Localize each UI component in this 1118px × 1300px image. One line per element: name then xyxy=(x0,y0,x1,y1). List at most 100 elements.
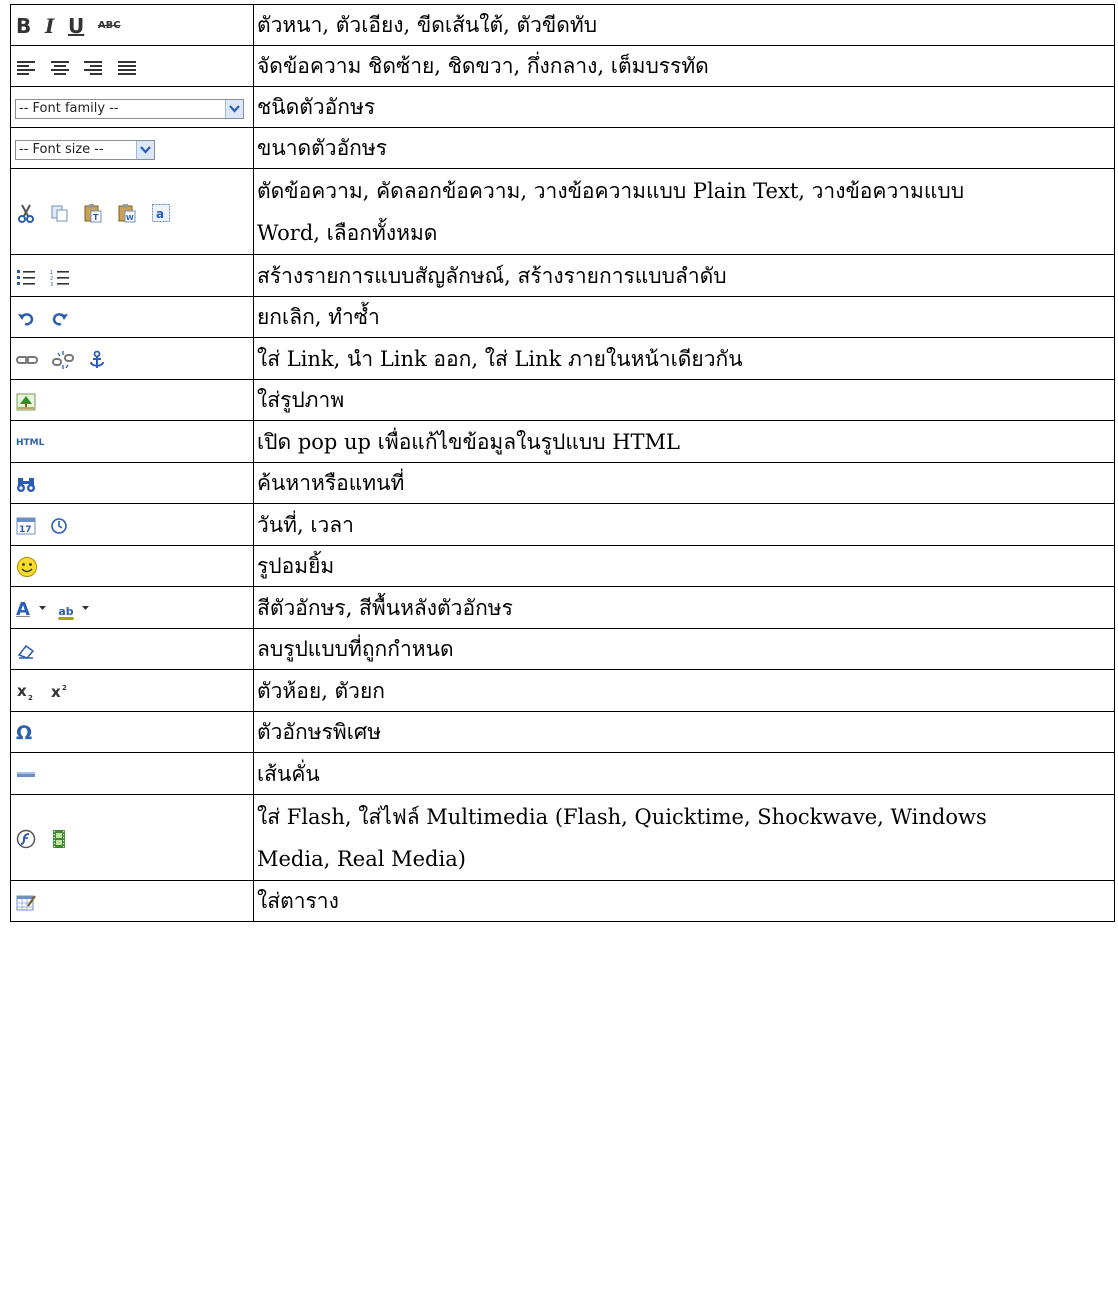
description-cell: ใส่ Flash, ใส่ไฟล์ Multimedia (Flash, Qu… xyxy=(253,794,1115,881)
table-row: 123 สร้างรายการแบบสัญลักษณ์, สร้างรายการ… xyxy=(10,254,1115,297)
description-cell: ใส่ตาราง xyxy=(253,880,1115,922)
link-icon xyxy=(16,351,38,369)
icon-cell xyxy=(10,545,254,587)
svg-text:17: 17 xyxy=(19,525,32,535)
description-cell: เส้นคั่น xyxy=(253,752,1115,795)
description-cell: ใส่ Link, นำ Link ออก, ใส่ Link ภายในหน้… xyxy=(253,337,1115,380)
horizontal-rule-icon xyxy=(16,770,36,780)
superscript-icon: x2 xyxy=(50,683,70,701)
icon-cell xyxy=(10,794,254,881)
paste-word-icon: W xyxy=(117,203,137,223)
table-row: Ω ตัวอักษรพิเศษ xyxy=(10,711,1115,753)
table-row: T W a ตัดข้อความ, คัดลอกข้อความ, วางข้อค… xyxy=(10,168,1115,255)
icon-cell: x2 x2 xyxy=(10,669,254,712)
description-cell: ชนิดตัวอักษร xyxy=(253,86,1115,128)
font-family-select[interactable]: -- Font family -- xyxy=(15,98,244,119)
description-cell: เปิด pop up เพื่อแก้ไขข้อมูลในรูปแบบ HTM… xyxy=(253,420,1115,463)
table-row: ยกเลิก, ทำซ้ำ xyxy=(10,296,1115,338)
omega-icon: Ω xyxy=(16,722,33,745)
table-row: ใส่ Flash, ใส่ไฟล์ Multimedia (Flash, Qu… xyxy=(10,794,1115,881)
chevron-down-icon xyxy=(82,606,90,611)
icon-cell: Ω xyxy=(10,711,254,753)
icon-cell: -- Font size -- xyxy=(10,127,254,169)
description-cell: วันที่, เวลา xyxy=(253,503,1115,546)
flash-icon xyxy=(16,829,36,849)
icon-cell xyxy=(10,752,254,795)
cut-icon xyxy=(16,203,36,223)
table-row: ลบรูปแบบที่ถูกกำหนด xyxy=(10,628,1115,670)
align-left-icon xyxy=(16,60,36,76)
redo-icon xyxy=(50,310,70,328)
description-cell: ตัวหนา, ตัวเอียง, ขีดเส้นใต้, ตัวขีดทับ xyxy=(253,4,1115,46)
icon-cell: 17 xyxy=(10,503,254,546)
table-row: เส้นคั่น xyxy=(10,752,1115,795)
svg-text:2: 2 xyxy=(62,684,67,692)
chevron-down-icon[interactable] xyxy=(225,99,243,118)
eraser-icon xyxy=(16,642,36,660)
select-all-icon: a xyxy=(151,203,171,223)
description-cell: ตัวอักษรพิเศษ xyxy=(253,711,1115,753)
underline-icon: U xyxy=(67,13,85,38)
font-size-select-label: -- Font size -- xyxy=(19,142,104,157)
table-row: -- Font family -- ชนิดตัวอักษร xyxy=(10,86,1115,128)
binoculars-icon xyxy=(16,476,36,494)
table-row: B I U ABC ตัวหนา, ตัวเอียง, ขีดเส้นใต้, … xyxy=(10,4,1115,46)
svg-text:x: x xyxy=(51,683,61,701)
icon-cell xyxy=(10,337,254,380)
icon-cell: HTML xyxy=(10,420,254,463)
toolbar-legend-table: B I U ABC ตัวหนา, ตัวเอียง, ขีดเส้นใต้, … xyxy=(10,4,1115,922)
icon-cell: T W a xyxy=(10,168,254,255)
icon-cell xyxy=(10,628,254,670)
description-cell: ตัดข้อความ, คัดลอกข้อความ, วางข้อความแบบ… xyxy=(253,168,1115,255)
media-icon xyxy=(50,829,68,849)
table-row: x2 x2 ตัวห้อย, ตัวยก xyxy=(10,669,1115,712)
table-row: ใส่รูปภาพ xyxy=(10,379,1115,421)
icon-cell xyxy=(10,462,254,504)
svg-text:x: x xyxy=(17,683,27,700)
font-color-icon: A xyxy=(16,599,30,621)
icon-cell: B I U ABC xyxy=(10,4,254,46)
description-cell: ตัวห้อย, ตัวยก xyxy=(253,669,1115,712)
svg-text:3: 3 xyxy=(50,282,53,286)
strikethrough-icon: ABC xyxy=(97,20,121,32)
calendar-icon: 17 xyxy=(16,517,36,535)
bold-icon: B xyxy=(16,13,32,38)
description-cell: ลบรูปแบบที่ถูกกำหนด xyxy=(253,628,1115,670)
icon-cell: 123 xyxy=(10,254,254,297)
table-row: จัดข้อความ ชิดซ้าย, ชิดขวา, กึ่งกลาง, เต… xyxy=(10,45,1115,87)
table-row: HTML เปิด pop up เพื่อแก้ไขข้อมูลในรูปแบ… xyxy=(10,420,1115,463)
table-row: ใส่ Link, นำ Link ออก, ใส่ Link ภายในหน้… xyxy=(10,337,1115,380)
table-row: 17 วันที่, เวลา xyxy=(10,503,1115,546)
description-cell: ค้นหาหรือแทนที่ xyxy=(253,462,1115,504)
italic-icon: I xyxy=(44,13,55,38)
svg-text:a: a xyxy=(156,207,164,221)
copy-icon xyxy=(50,203,70,223)
subscript-icon: x2 xyxy=(16,683,36,701)
undo-icon xyxy=(16,310,36,328)
description-cell: จัดข้อความ ชิดซ้าย, ชิดขวา, กึ่งกลาง, เต… xyxy=(253,45,1115,87)
description-cell: ยกเลิก, ทำซ้ำ xyxy=(253,296,1115,338)
table-row: -- Font size -- ขนาดตัวอักษร xyxy=(10,127,1115,169)
svg-text:2: 2 xyxy=(28,694,33,701)
svg-text:T: T xyxy=(93,213,99,222)
chevron-down-icon[interactable] xyxy=(136,140,154,159)
anchor-icon xyxy=(87,350,107,370)
align-center-icon xyxy=(50,60,70,76)
clock-icon xyxy=(50,517,68,535)
table-icon xyxy=(16,894,36,912)
table-row: A ab สีตัวอักษร, สีพื้นหลังตัวอักษร xyxy=(10,586,1115,629)
table-row: ใส่ตาราง xyxy=(10,880,1115,922)
description-cell: สร้างรายการแบบสัญลักษณ์, สร้างรายการแบบล… xyxy=(253,254,1115,297)
description-cell: ขนาดตัวอักษร xyxy=(253,127,1115,169)
icon-cell: A ab xyxy=(10,586,254,629)
table-row: ค้นหาหรือแทนที่ xyxy=(10,462,1115,504)
font-size-select[interactable]: -- Font size -- xyxy=(15,139,155,160)
unlink-icon xyxy=(51,350,74,370)
highlight-color-icon: ab xyxy=(58,605,74,619)
font-family-select-label: -- Font family -- xyxy=(19,101,119,116)
chevron-down-icon xyxy=(38,606,46,611)
html-icon: HTML xyxy=(16,438,45,448)
table-row: รูปอมยิ้ม xyxy=(10,545,1115,587)
align-justify-icon xyxy=(117,60,137,76)
description-cell: รูปอมยิ้ม xyxy=(253,545,1115,587)
